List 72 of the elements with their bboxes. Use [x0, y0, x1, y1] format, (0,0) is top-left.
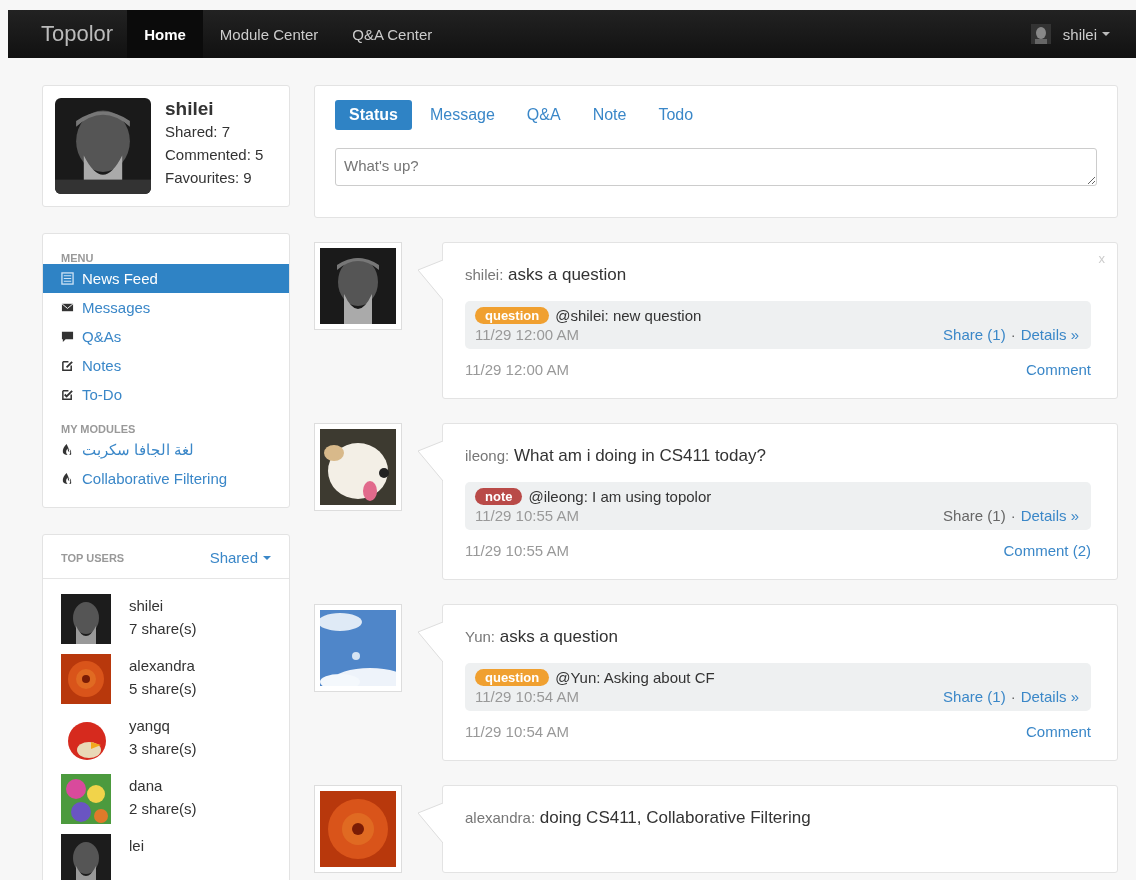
details-link[interactable]: Details » — [1020, 326, 1079, 343]
profile-stat: Shared: 7 — [165, 122, 232, 142]
envelope-icon — [61, 301, 74, 314]
share-link[interactable]: Share (1) — [943, 326, 1006, 343]
comment-link[interactable]: Comment — [1025, 361, 1091, 378]
separator: · — [1010, 326, 1016, 343]
flame-icon — [61, 472, 74, 485]
brand-logo[interactable]: Topolor — [41, 21, 114, 47]
post-title: ileong: What am i doing in CS411 today? — [465, 446, 767, 466]
nav-link[interactable]: Module Center — [202, 10, 336, 58]
menu-item[interactable]: Q&As — [43, 322, 289, 351]
menu-item[interactable]: Notes — [43, 351, 289, 380]
status-input[interactable]: What's up? — [335, 148, 1097, 186]
profile-stat: Commented: 5 — [165, 145, 264, 165]
user-name: lei — [129, 836, 144, 856]
tag-label: question — [475, 307, 550, 324]
user-menu[interactable]: shilei — [1062, 25, 1110, 43]
separator: · — [1010, 507, 1016, 524]
tag-label: note — [475, 488, 523, 505]
sort-dropdown[interactable]: Shared — [209, 549, 271, 566]
menu-item[interactable]: To-Do — [43, 380, 289, 409]
caret-icon — [263, 555, 271, 560]
item-time: 11/29 10:54 AM — [475, 688, 579, 705]
composer-tab[interactable]: Q&A — [512, 100, 575, 130]
checkbox-icon — [61, 388, 74, 401]
caret-icon — [1102, 32, 1110, 36]
tag-label: question — [475, 669, 550, 686]
menu-heading: MY MODULES — [60, 423, 137, 435]
flame-icon — [61, 443, 74, 456]
item-time: 11/29 12:00 AM — [475, 326, 579, 343]
profile-name: shilei — [165, 98, 215, 120]
list-icon — [61, 272, 74, 285]
share-count: 2 share(s) — [129, 799, 197, 819]
post-time: 11/29 10:54 AM — [465, 723, 569, 740]
item-time: 11/29 10:55 AM — [475, 507, 579, 524]
nav-link[interactable]: Q&A Center — [335, 10, 450, 58]
user-name: yangq — [129, 716, 171, 736]
top-users-heading: TOP USERS — [60, 551, 126, 564]
composer-tab[interactable]: Todo — [644, 100, 708, 130]
post-title: alexandra: doing CS411, Collaborative Filtering — [465, 808, 812, 828]
post-time: 11/29 10:55 AM — [465, 542, 569, 559]
profile-stat: Favourites: 9 — [165, 168, 253, 188]
menu-heading: MENU — [60, 252, 95, 264]
details-link[interactable]: Details » — [1020, 688, 1079, 705]
user-name: shilei — [129, 596, 165, 616]
edit-icon — [61, 359, 74, 372]
item-text: @ileong: I am using topolor — [528, 488, 712, 505]
menu-item[interactable]: News Feed — [43, 264, 289, 293]
details-link[interactable]: Details » — [1020, 507, 1079, 524]
share-link[interactable]: Share (1) — [943, 688, 1006, 705]
post-title: Yun: asks a question — [465, 627, 619, 647]
share-count: 5 share(s) — [129, 679, 197, 699]
share-count: 7 share(s) — [129, 619, 197, 639]
share-count: 3 share(s) — [129, 739, 197, 759]
comment-link[interactable]: Comment (2) — [1003, 542, 1091, 559]
user-name: alexandra — [129, 656, 196, 676]
comment-link[interactable]: Comment — [1025, 723, 1091, 740]
separator: · — [1010, 688, 1016, 705]
speech-bubble-icon — [61, 330, 74, 343]
share-link[interactable]: Share (1) — [943, 507, 1006, 524]
menu-item[interactable]: Messages — [43, 293, 289, 322]
module-item[interactable]: Collaborative Filtering — [43, 464, 289, 493]
module-item[interactable]: لغة الجافا سكربت — [43, 435, 289, 464]
composer-tab[interactable]: Message — [415, 100, 509, 130]
item-text: @Yun: Asking about CF — [555, 669, 715, 686]
item-text: @shilei: new question — [555, 307, 702, 324]
post-time: 11/29 12:00 AM — [465, 361, 569, 378]
nav-link[interactable]: Home — [127, 10, 203, 58]
composer-tab[interactable]: Note — [578, 100, 641, 130]
post-title: shilei: asks a question — [465, 265, 628, 285]
user-name: dana — [129, 776, 164, 796]
composer-tab[interactable]: Status — [335, 100, 412, 130]
